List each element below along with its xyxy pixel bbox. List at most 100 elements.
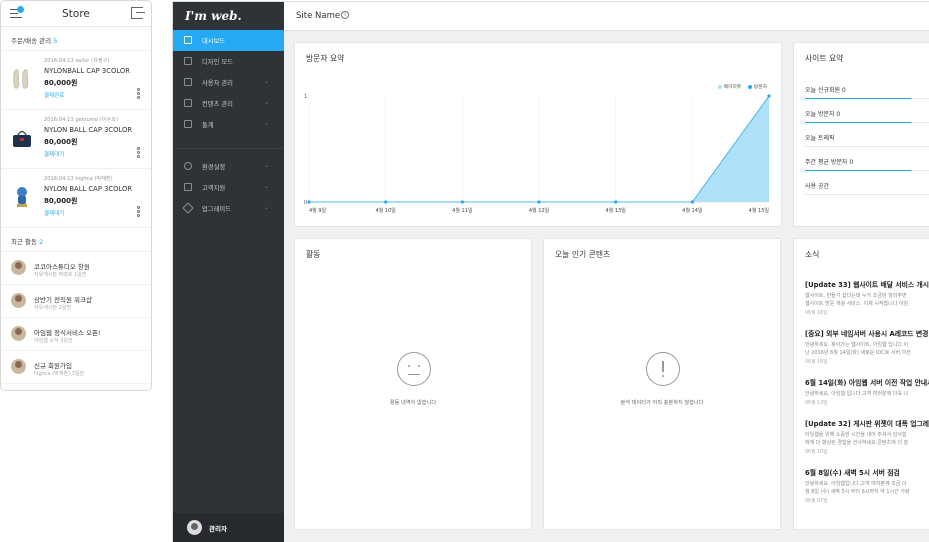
news-title[interactable]: [중요] 외부 네임서버 사용시 A레코드 변경 <box>805 328 929 338</box>
data-point <box>767 94 771 98</box>
order-meta: 2016.04.13 highca (박재환) <box>44 176 113 182</box>
mobile-header: Store <box>1 1 151 27</box>
x-tick-label: 4월 15일 <box>749 207 770 214</box>
orders-section-label: 주문/배송 관리 <box>11 37 52 45</box>
sidebar-item-design[interactable]: 디자인 모드 <box>173 51 284 72</box>
card-title: 사이트 요약 <box>805 54 844 63</box>
news-body: 아임웹을 위해 소중한 시간을 내어 주셔서 감사합 에게 더 향상된 경험을 선… <box>805 432 909 446</box>
activity-title: 코코아스튜디오 창원 <box>34 263 90 271</box>
news-card: 소식 [Update 33] 웹사이트 배달 서비스 개시 및 웹사이트, 만들기… <box>793 238 929 530</box>
chevron-down-icon: ⌄ <box>263 162 269 169</box>
chevron-down-icon: ⌄ <box>263 120 269 127</box>
activity-item[interactable]: 상반기 전직원 워크샵 자유게시판 2일전 <box>1 285 151 318</box>
news-item[interactable]: [중요] 외부 네임서버 사용시 A레코드 변경안녕하세요. 찾아가는 웹사이트… <box>805 328 929 365</box>
figure-image <box>17 187 27 207</box>
order-price: 80,000원 <box>44 79 78 87</box>
stat-label: 오늘 트래픽 <box>805 135 835 142</box>
news-body: 안녕하세요. 아임웹입니다.고객 여러분께 조금 더월 8일 (수) 새벽 5시… <box>805 481 910 495</box>
neutral-face-icon <box>397 352 431 386</box>
activity-section-label: 최근 활동 <box>11 238 37 246</box>
news-date: 06월 10일 <box>805 450 828 455</box>
news-item[interactable]: [Update 33] 웹사이트 배달 서비스 개시 및 웹사이트, 만들기 쉽다… <box>805 279 929 316</box>
orders-section-header: 주문/배송 관리 5 <box>1 27 151 51</box>
x-tick-label: 4월 14일 <box>682 207 703 214</box>
more-icon[interactable] <box>137 206 141 218</box>
stat-bar-fill <box>805 122 912 123</box>
sidebar-item-label: 디자인 모드 <box>202 59 233 66</box>
admin-user[interactable]: 관리자 <box>173 513 284 542</box>
avatar <box>11 359 26 374</box>
order-item[interactable]: 2016.04.13 sailor (유정구) NYLONBALL CAP 3C… <box>1 51 151 110</box>
x-tick-label: 4월 9일 <box>309 207 327 214</box>
sidebar-item-dashboard[interactable]: 대시보드 <box>173 30 284 51</box>
bag-image <box>13 130 31 147</box>
visitor-summary-card: 방문자 요약 페이지뷰 방문자 0 1 4월 9일 4월 10일 4월 11일 4월 12… <box>294 42 782 227</box>
site-summary-card: 사이트 요약 오늘 신규회원 0 오늘 방문자 0 오늘 트래픽 주간 평균 방문자 … <box>793 42 929 227</box>
chevron-down-icon: ⌄ <box>263 183 269 190</box>
news-title[interactable]: [Update 33] 웹사이트 배달 서비스 개시 및 <box>805 279 929 289</box>
user-name: 관리자 <box>209 525 227 533</box>
news-item[interactable]: 6월 14일(화) 아임웹 서버 이전 작업 안내사 안녕하세요, 아임웹 입니다… <box>805 377 929 406</box>
info-icon[interactable]: i <box>341 11 349 19</box>
order-product-name: NYLON BALL CAP 3COLOR <box>44 185 133 193</box>
logout-icon[interactable] <box>131 7 145 19</box>
activity-title: 아임웹 정식서비스 오픈! <box>34 329 101 337</box>
activity-item[interactable]: 신규 회원가입 highca (박재환) 3일전 <box>1 351 151 384</box>
stats-icon <box>184 120 192 128</box>
order-item[interactable]: 2016.04.13 getsumo (이수오) NYLON BALL CAP … <box>1 110 151 169</box>
card-title: 오늘 인기 콘텐츠 <box>555 250 611 259</box>
stat-bar-fill <box>805 170 912 171</box>
support-icon <box>184 183 192 191</box>
site-name[interactable]: Site Name <box>296 11 340 21</box>
stat-item: 사용 공간 <box>805 175 929 200</box>
sidebar-item-settings[interactable]: 환경설정 ⌄ <box>173 156 284 177</box>
sidebar-item-support[interactable]: 고객지원 ⌄ <box>173 177 284 198</box>
gear-icon <box>184 162 192 170</box>
avatar <box>11 293 26 308</box>
sidebar-item-content[interactable]: 컨텐츠 관리 ⌄ <box>173 93 284 114</box>
card-title: 소식 <box>805 250 820 259</box>
avatar <box>11 326 26 341</box>
news-item[interactable]: 6월 8일(수) 새벽 5시 서버 점검안녕하세요. 아임웹입니다.고객 여러분… <box>805 467 929 504</box>
sidebar-divider <box>173 148 284 149</box>
news-body: 안녕하세요. 찾아가는 웹사이트, 아임웹 입니다.이 난 2016년 6월 14… <box>805 342 911 356</box>
activity-card: 활동 활동 내역이 없습니다 <box>294 238 532 530</box>
stat-label: 사용 공간 <box>805 183 829 190</box>
x-tick-label: 4월 11일 <box>452 207 473 214</box>
more-icon[interactable] <box>137 147 141 159</box>
sidebar: I'm web. 대시보드 디자인 모드 사용자 관리 ⌄ 컨텐츠 관리 ⌄ 통… <box>173 2 284 542</box>
sidebar-item-upgrade[interactable]: 업그레이드 ⌄ <box>173 198 284 219</box>
home-icon <box>184 36 192 44</box>
chevron-down-icon: ⌄ <box>263 99 269 106</box>
activity-title: 신규 회원가입 <box>34 362 72 370</box>
logo[interactable]: I'm web. <box>185 9 242 23</box>
order-meta: 2016.04.13 sailor (유정구) <box>44 58 110 64</box>
sidebar-item-label: 환경설정 <box>202 164 226 171</box>
activity-item[interactable]: 코코아스튜디오 창원 자유게시판 박영호 1일전 <box>1 252 151 285</box>
activity-sub: 아임웹 소식 3일전 <box>34 338 73 344</box>
plane-icon <box>182 202 194 214</box>
more-icon[interactable] <box>137 88 141 100</box>
order-item[interactable]: 2016.04.13 highca (박재환) NYLON BALL CAP 3… <box>1 169 151 228</box>
orders-count: 5 <box>53 37 58 45</box>
data-point <box>384 200 388 204</box>
sidebar-item-stats[interactable]: 통계 ⌄ <box>173 114 284 135</box>
stat-bar <box>805 194 929 195</box>
empty-message: 활동 내역이 없습니다 <box>389 400 437 406</box>
order-meta: 2016.04.13 getsumo (이수오) <box>44 117 119 123</box>
data-point <box>614 200 618 204</box>
alert-icon <box>646 352 680 386</box>
chevron-down-icon: ⌄ <box>263 204 269 211</box>
sidebar-item-label: 컨텐츠 관리 <box>202 101 233 108</box>
activity-item[interactable]: 아임웹 정식서비스 오픈! 아임웹 소식 3일전 <box>1 318 151 351</box>
popular-content-card: 오늘 인기 콘텐츠 분석 데이터가 아직 충분하지 않습니다 <box>543 238 781 530</box>
x-tick-label: 4월 10일 <box>375 207 396 214</box>
news-title[interactable]: [Update 32] 게시판 위젯이 대폭 업그레이 <box>805 418 929 428</box>
mobile-title: Store <box>62 8 90 20</box>
news-title[interactable]: 6월 8일(수) 새벽 5시 서버 점검 <box>805 467 929 477</box>
topbar: Site Name i <box>284 2 929 31</box>
sidebar-item-users[interactable]: 사용자 관리 ⌄ <box>173 72 284 93</box>
news-title[interactable]: 6월 14일(화) 아임웹 서버 이전 작업 안내사 <box>805 377 929 387</box>
order-price: 80,000원 <box>44 197 78 205</box>
news-item[interactable]: [Update 32] 게시판 위젯이 대폭 업그레이아임웹을 위해 소중한 시… <box>805 418 929 455</box>
